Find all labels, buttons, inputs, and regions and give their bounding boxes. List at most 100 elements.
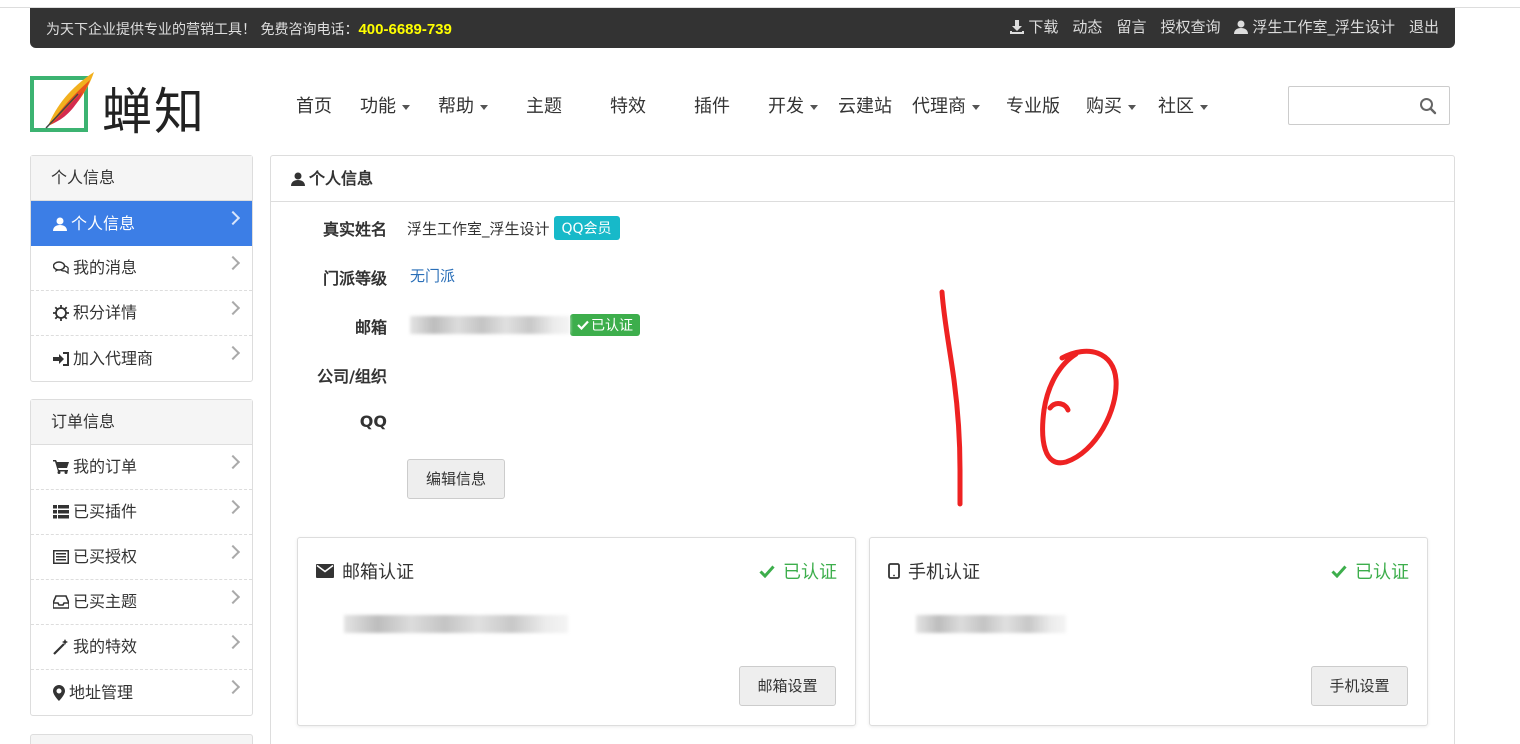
nav-home-label: 首页 (296, 96, 332, 117)
nav-plugins[interactable]: 插件 (670, 92, 754, 122)
mobile-icon (888, 563, 900, 579)
nav-agent[interactable]: 代理商 (898, 92, 994, 122)
envelope-icon (316, 564, 334, 578)
sidebar-item-licenses[interactable]: 已买授权 (31, 535, 252, 580)
chevron-right-icon (225, 300, 241, 316)
nav-pro[interactable]: 专业版 (994, 92, 1072, 122)
nav-home[interactable]: 首页 (282, 92, 346, 122)
logout-link[interactable]: 退出 (1409, 16, 1439, 37)
download-icon (1010, 19, 1025, 34)
sidebar-item-label: 已买插件 (73, 502, 138, 521)
sidebar-item-plugins[interactable]: 已买插件 (31, 490, 252, 535)
nav-buy[interactable]: 购买 (1072, 92, 1150, 122)
qq-member-badge: QQ会员 (553, 216, 620, 240)
sidebar-item-label: 积分详情 (73, 303, 138, 322)
gear-icon (53, 305, 69, 321)
email-value-group: 已认证 (410, 314, 640, 336)
sidebar-item-label: 加入代理商 (73, 348, 154, 368)
comments-icon (53, 261, 69, 275)
sidebar-item-points[interactable]: 积分详情 (31, 291, 252, 336)
phone-card-status: 已认证 (1331, 558, 1409, 584)
nav-features-label: 功能 (360, 96, 396, 117)
nav-help-label: 帮助 (438, 96, 474, 117)
slogan-text: 为天下企业提供专业的营销工具！ 免费咨询电话： (46, 22, 359, 38)
sect-label: 门派等级 (322, 269, 387, 288)
feather-icon (45, 72, 94, 129)
download-label: 下载 (1028, 18, 1059, 36)
page-title: 个人信息 (309, 169, 374, 188)
sidebar-item-label: 我的特效 (73, 637, 138, 656)
real-name-row: 真实姓名 浮生工作室_浮生设计 QQ会员 (271, 216, 871, 240)
redacted-email (410, 316, 570, 334)
nav-effects[interactable]: 特效 (586, 92, 670, 122)
qq-row: QQ (271, 412, 871, 436)
email-card-status-text: 已认证 (783, 562, 837, 583)
sect-value[interactable]: 无门派 (410, 265, 455, 286)
qq-label: QQ (359, 412, 387, 431)
profile-panel-header: 个人信息 (271, 156, 1454, 202)
nav-features[interactable]: 功能 (346, 92, 424, 122)
search-icon[interactable] (1419, 97, 1437, 115)
email-settings-button[interactable]: 邮箱设置 (739, 666, 836, 706)
phone-settings-button[interactable]: 手机设置 (1311, 666, 1408, 706)
top-links: 下载 动态 留言 授权查询 浮生工作室_浮生设计 退出 (1010, 16, 1439, 37)
sidebar-item-label: 我的消息 (73, 258, 138, 277)
nav-develop[interactable]: 开发 (754, 92, 832, 122)
nav-pro-label: 专业版 (1006, 96, 1060, 117)
browser-edge (0, 0, 1520, 8)
email-verification-card: 邮箱认证 已认证 邮箱设置 (297, 537, 856, 726)
site-logo[interactable]: 蝉知 (30, 70, 230, 141)
nav-community[interactable]: 社区 (1150, 92, 1216, 122)
nav-agent-label: 代理商 (912, 96, 966, 117)
sidebar-item-messages[interactable]: 我的消息 (31, 246, 252, 291)
nav-cloud-label: 云建站 (838, 96, 892, 117)
sect-link[interactable]: 无门派 (410, 265, 455, 286)
slogan: 为天下企业提供专业的营销工具！ 免费咨询电话：400-6689-739 (46, 19, 452, 39)
more-panel (30, 734, 253, 744)
sidebar-item-agent[interactable]: 加入代理商 (31, 336, 252, 381)
sign-in-icon (53, 351, 69, 366)
download-link[interactable]: 下载 (1010, 16, 1058, 37)
search-input[interactable] (1295, 87, 1415, 123)
chevron-right-icon (225, 255, 241, 271)
sidebar-item-themes[interactable]: 已买主题 (31, 580, 252, 625)
license-query-link[interactable]: 授权查询 (1160, 16, 1220, 37)
real-name-value-group: 浮生工作室_浮生设计 QQ会员 (407, 216, 620, 240)
nav-help[interactable]: 帮助 (424, 92, 502, 122)
sidebar-item-orders[interactable]: 我的订单 (31, 445, 252, 490)
list-icon (53, 505, 69, 519)
nav-themes[interactable]: 主题 (502, 92, 586, 122)
map-marker-icon (53, 684, 65, 701)
id-card-icon (53, 550, 69, 564)
check-icon (577, 320, 589, 330)
check-icon (759, 564, 775, 578)
handwritten-annotation (939, 289, 1119, 507)
user-link[interactable]: 浮生工作室_浮生设计 (1234, 16, 1395, 37)
chevron-right-icon (225, 499, 241, 515)
chevron-right-icon (225, 210, 241, 226)
inbox-icon (53, 595, 69, 609)
company-label: 公司/组织 (317, 367, 387, 386)
sidebar-item-effects[interactable]: 我的特效 (31, 625, 252, 670)
order-info-panel: 订单信息 我的订单 已买插件 已买授权 已买主题 我的特效 地址管理 (30, 399, 253, 716)
sidebar-item-profile[interactable]: 个人信息 (31, 201, 252, 246)
phone-verification-card: 手机认证 已认证 手机设置 (869, 537, 1428, 726)
sidebar-item-label: 个人信息 (71, 213, 136, 233)
user-icon (291, 172, 305, 186)
sidebar-item-address[interactable]: 地址管理 (31, 670, 252, 715)
chevron-right-icon (225, 589, 241, 605)
caret-down-icon (810, 104, 818, 110)
personal-info-panel: 个人信息 个人信息 我的消息 积分详情 加入代理商 (30, 155, 253, 382)
edit-info-button[interactable]: 编辑信息 (407, 459, 505, 499)
caret-down-icon (1128, 104, 1136, 110)
message-link[interactable]: 留言 (1116, 16, 1146, 37)
caret-down-icon (480, 104, 488, 110)
news-link[interactable]: 动态 (1072, 16, 1102, 37)
order-info-header: 订单信息 (31, 400, 252, 445)
nav-cloud[interactable]: 云建站 (832, 92, 898, 122)
caret-down-icon (402, 104, 410, 110)
phone-number: 400-6689-739 (358, 21, 452, 38)
sect-row: 门派等级 无门派 (271, 265, 871, 289)
chevron-right-icon (225, 345, 241, 361)
search-box (1288, 86, 1450, 125)
